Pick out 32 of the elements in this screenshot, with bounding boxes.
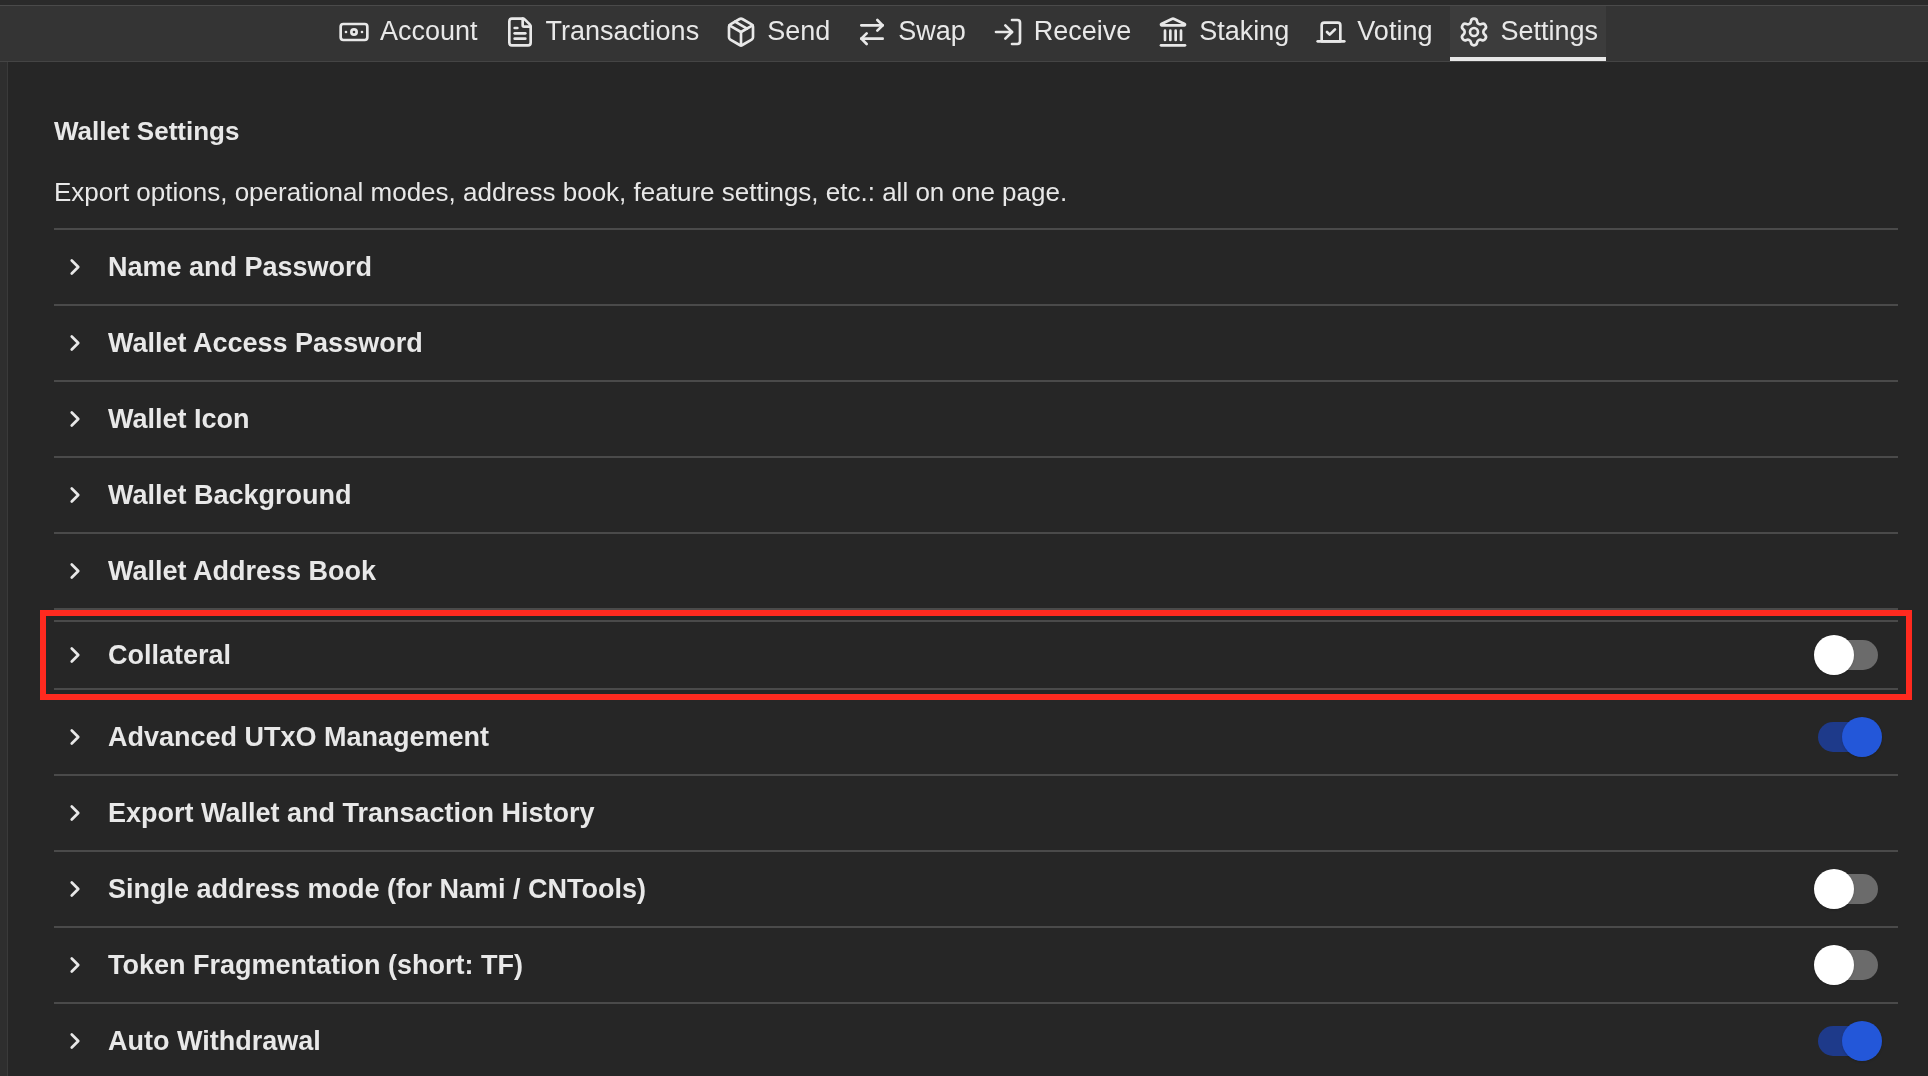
settings-section-row[interactable]: Name and Password — [54, 230, 1898, 306]
nav-tab[interactable]: Send — [717, 6, 839, 61]
section-title: Single address mode (for Nami / CNTools) — [108, 872, 648, 906]
nav-tab[interactable]: Settings — [1450, 6, 1606, 61]
page-description: Export options, operational modes, address book, feature settings, etc.: all on one page. — [54, 176, 1069, 209]
section-title: Collateral — [108, 638, 233, 672]
section-title: Advanced UTxO Management — [108, 720, 491, 754]
section-title: Wallet Icon — [108, 402, 251, 436]
settings-section-row[interactable]: Advanced UTxO Management — [54, 700, 1898, 776]
nav-tab[interactable]: Account — [330, 6, 486, 61]
settings-section-row[interactable]: Token Fragmentation (short: TF) — [54, 928, 1898, 1004]
page-title: Wallet Settings — [54, 115, 241, 148]
section-title: Name and Password — [108, 250, 374, 284]
section-title: Token Fragmentation (short: TF) — [108, 948, 524, 982]
section-title: Wallet Access Password — [108, 326, 424, 360]
nav-tab[interactable]: Swap — [848, 6, 974, 61]
settings-section-row[interactable]: Collateral — [54, 620, 1898, 690]
nav-tab[interactable]: Receive — [983, 6, 1140, 61]
settings-section-row[interactable]: Auto Withdrawal — [54, 1004, 1898, 1076]
nav-tab[interactable]: Voting — [1307, 6, 1441, 61]
section-title: Wallet Background — [108, 478, 353, 512]
settings-section-row[interactable]: Wallet Address Book — [54, 534, 1898, 610]
settings-section-row[interactable]: Wallet Icon — [54, 382, 1898, 458]
nav-tab[interactable]: Transactions — [495, 6, 708, 61]
section-title: Auto Withdrawal — [108, 1024, 322, 1058]
section-title: Wallet Address Book — [108, 554, 378, 588]
section-title: Export Wallet and Transaction History — [108, 796, 596, 830]
settings-section-row[interactable]: Wallet Access Password — [54, 306, 1898, 382]
nav-tab[interactable]: Staking — [1149, 6, 1298, 61]
settings-section-row[interactable]: Single address mode (for Nami / CNTools) — [54, 852, 1898, 928]
settings-section-row[interactable]: Export Wallet and Transaction History — [54, 776, 1898, 852]
settings-section-row[interactable]: Wallet Background — [54, 458, 1898, 534]
